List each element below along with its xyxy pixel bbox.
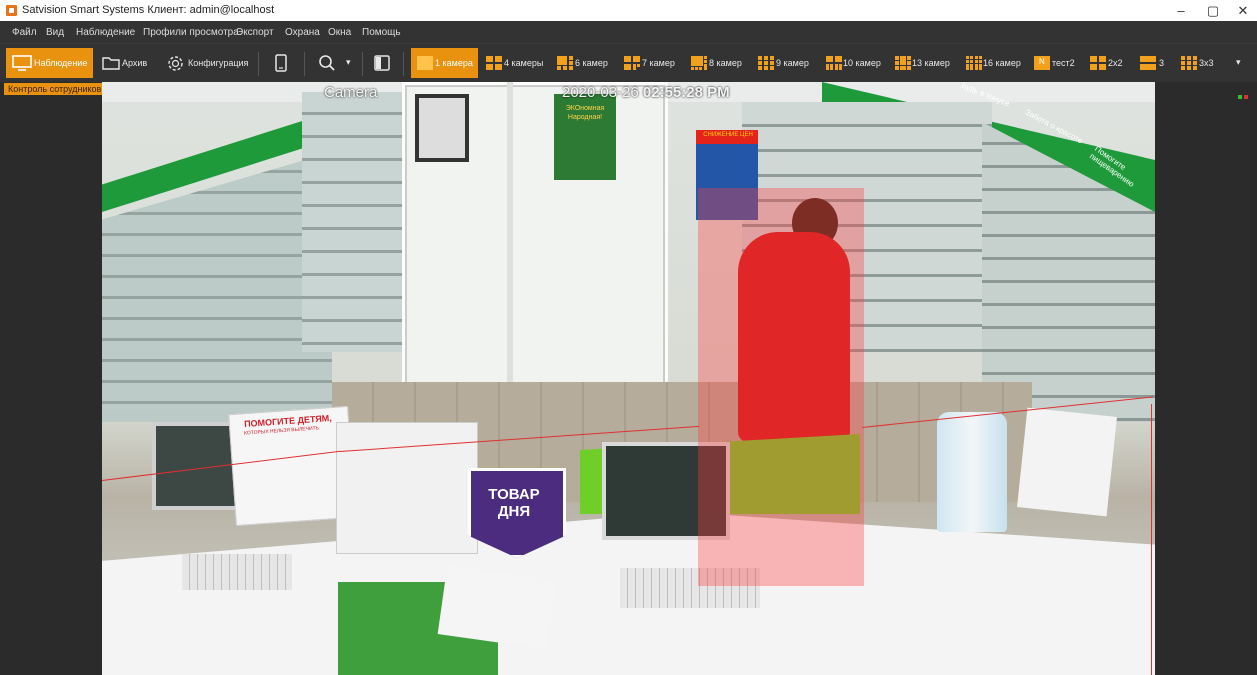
layout-label: 7 камер: [642, 58, 675, 68]
layout-n-icon: N: [1039, 57, 1045, 66]
layout-label: 13 камер: [912, 58, 950, 68]
layout-2x2-icon: [1090, 56, 1106, 70]
configuration-label: Конфигурация: [188, 58, 249, 68]
price-paper: [437, 564, 557, 650]
menu-windows[interactable]: Окна: [328, 27, 351, 38]
search-dropdown-icon[interactable]: ▾: [346, 57, 351, 68]
discount-sign-text: СНИЖЕНИЕ ЦЕН: [703, 132, 753, 138]
toolbar-separator: [362, 52, 363, 76]
panel-icon: [374, 55, 390, 71]
observation-button[interactable]: Наблюдение: [6, 48, 93, 78]
search-icon: [319, 55, 335, 71]
layout-13-icon: [895, 56, 911, 70]
layout-10-cameras[interactable]: 10 камер: [822, 48, 884, 78]
layout-label: 3: [1159, 58, 1165, 68]
layout-9-cameras[interactable]: 9 камер: [754, 48, 812, 78]
more-layouts-button[interactable]: ▾: [1232, 48, 1248, 78]
menu-view[interactable]: Вид: [46, 27, 64, 38]
layout-2x2[interactable]: 2x2: [1086, 48, 1126, 78]
layout-13-cameras[interactable]: 13 камер: [891, 48, 953, 78]
toolbar-separator: [304, 52, 305, 76]
camera-name-overlay: Camera: [324, 84, 378, 101]
menu-export[interactable]: Экспорт: [236, 27, 274, 38]
layout-label: 9 камер: [776, 58, 809, 68]
phone-icon: [275, 54, 287, 72]
product-of-day-line2: ДНЯ: [497, 503, 531, 520]
layout-3x3[interactable]: 3x3: [1177, 48, 1217, 78]
menu-help[interactable]: Помощь: [362, 27, 401, 38]
configuration-button[interactable]: Конфигурация: [164, 48, 248, 78]
search-button[interactable]: ▾: [314, 48, 354, 78]
toolbar: Наблюдение Архив Конфигурация ▾ 1 камера…: [0, 43, 1257, 83]
layout-label: 8 камер: [709, 58, 742, 68]
layout-8-icon: [691, 56, 707, 70]
panel-toggle-button[interactable]: [370, 48, 394, 78]
door-center-frame: [507, 82, 513, 402]
layout-6-icon: [557, 56, 573, 70]
layout-7-icon: [624, 56, 640, 70]
camera-frame[interactable]: Будь в тонусе Забота о красоте Помогите …: [102, 82, 1155, 675]
timestamp-overlay: 2020-03-26 02:55:28 PM: [562, 84, 730, 101]
monitor-icon: [12, 55, 32, 71]
layout-label: 16 камер: [983, 58, 1021, 68]
observation-label: Наблюдение: [34, 58, 88, 68]
title-bar: Satvision Smart Systems Клиент: admin@lo…: [0, 0, 1257, 21]
layout-1-camera[interactable]: 1 камера: [411, 48, 478, 78]
layout-label: 1 камера: [435, 58, 473, 68]
bottles: [937, 412, 1007, 532]
toolbar-separator: [258, 52, 259, 76]
gear-icon: [168, 56, 183, 71]
close-button[interactable]: ✕: [1227, 0, 1257, 21]
layout-test2[interactable]: N тест2: [1030, 48, 1076, 78]
layout-7-cameras[interactable]: 7 камер: [620, 48, 678, 78]
menu-view-profiles[interactable]: Профили просмотра: [143, 27, 239, 38]
layout-16-cameras[interactable]: 16 камер: [962, 48, 1024, 78]
device-button[interactable]: [270, 48, 294, 78]
menu-bar: Файл Вид Наблюдение Профили просмотра Эк…: [0, 21, 1257, 43]
layout-3x3-icon: [1181, 56, 1197, 70]
status-indicator: [1236, 86, 1248, 104]
video-view[interactable]: Контроль сотрудников - 11.26.02, 1920x10…: [0, 82, 1257, 675]
layout-label: 4 камеры: [504, 58, 544, 68]
chevron-down-icon: ▾: [1236, 57, 1241, 67]
layout-4-cameras[interactable]: 4 камеры: [482, 48, 544, 78]
layout-10-icon: [826, 56, 842, 70]
layout-16-icon: [966, 56, 982, 70]
archive-button[interactable]: Архив: [98, 48, 154, 78]
menu-file[interactable]: Файл: [12, 27, 37, 38]
layout-label: 2x2: [1108, 58, 1123, 68]
layout-label: 10 камер: [843, 58, 881, 68]
zone-border-right: [1151, 404, 1152, 675]
layout-9-icon: [758, 56, 774, 70]
layout-8-cameras[interactable]: 8 камер: [687, 48, 743, 78]
folder-icon: [102, 57, 120, 70]
window-title: Satvision Smart Systems Клиент: admin@lo…: [22, 4, 275, 16]
left-shelves-2: [302, 92, 402, 352]
door-poster-text: ЭКОномная Народная!: [565, 105, 605, 121]
layout-label: 3x3: [1199, 58, 1214, 68]
status-green-icon: [1238, 95, 1242, 99]
detection-zone[interactable]: [698, 188, 864, 586]
minimize-button[interactable]: –: [1165, 0, 1197, 21]
layout-4-icon: [486, 56, 502, 70]
layout-1-icon: [417, 56, 433, 70]
toolbar-separator: [403, 52, 404, 76]
layout-3[interactable]: 3: [1136, 48, 1168, 78]
status-red-icon: [1244, 95, 1248, 99]
maximize-button[interactable]: ▢: [1197, 0, 1229, 21]
timestamp-time: 02:55:28 PM: [642, 84, 730, 101]
timestamp-date: 2020-03-26: [562, 84, 643, 101]
notice-frame: [415, 94, 469, 162]
menu-security[interactable]: Охрана: [285, 27, 320, 38]
layout-label: 6 камер: [575, 58, 608, 68]
menu-observation[interactable]: Наблюдение: [76, 27, 135, 38]
keyboard-left: [182, 554, 292, 590]
product-of-day-line1: ТОВАР: [488, 486, 540, 503]
notice-paper-right: [1017, 407, 1117, 517]
layout-label: тест2: [1052, 58, 1075, 68]
layout-3-icon: [1140, 56, 1156, 70]
archive-label: Архив: [122, 58, 148, 68]
app-logo-icon: [6, 5, 17, 16]
layout-6-cameras[interactable]: 6 камер: [553, 48, 609, 78]
